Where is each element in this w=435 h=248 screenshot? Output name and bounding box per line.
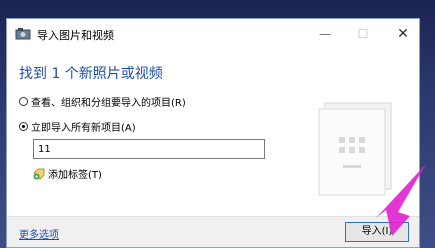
- add-tags-label: 添加标签(T): [48, 170, 102, 181]
- close-button[interactable]: ✕: [389, 23, 417, 45]
- photo-preview-icon: [318, 102, 392, 196]
- minimize-button[interactable]: —: [311, 23, 339, 45]
- add-tags-link[interactable]: 添加标签(T): [33, 166, 102, 181]
- import-button[interactable]: 导入(I): [345, 222, 409, 242]
- tag-icon: [33, 168, 45, 180]
- import-dialog: 导入图片和视频 — ☐ ✕ 找到 1 个新照片或视频 查看、组织和分组要导入的项…: [6, 18, 420, 248]
- window-title: 导入图片和视频: [37, 29, 114, 42]
- maximize-button[interactable]: ☐: [349, 23, 377, 45]
- title-bar[interactable]: 导入图片和视频 — ☐ ✕: [7, 19, 419, 49]
- option-label: 立即导入所有新项目(A): [31, 123, 136, 134]
- dialog-footer: 更多选项 导入(I): [7, 216, 419, 247]
- folder-name-input[interactable]: [33, 139, 265, 159]
- option-label: 查看、组织和分组要导入的项目(R): [31, 98, 186, 109]
- more-options-link[interactable]: 更多选项: [19, 226, 59, 241]
- radio-button[interactable]: [19, 97, 28, 106]
- option-import-all[interactable]: 立即导入所有新项目(A): [19, 119, 136, 134]
- radio-button-selected[interactable]: [19, 122, 28, 131]
- found-items-heading: 找到 1 个新照片或视频: [19, 66, 163, 82]
- import-camera-icon: [15, 28, 31, 40]
- option-review-organize[interactable]: 查看、组织和分组要导入的项目(R): [19, 94, 186, 109]
